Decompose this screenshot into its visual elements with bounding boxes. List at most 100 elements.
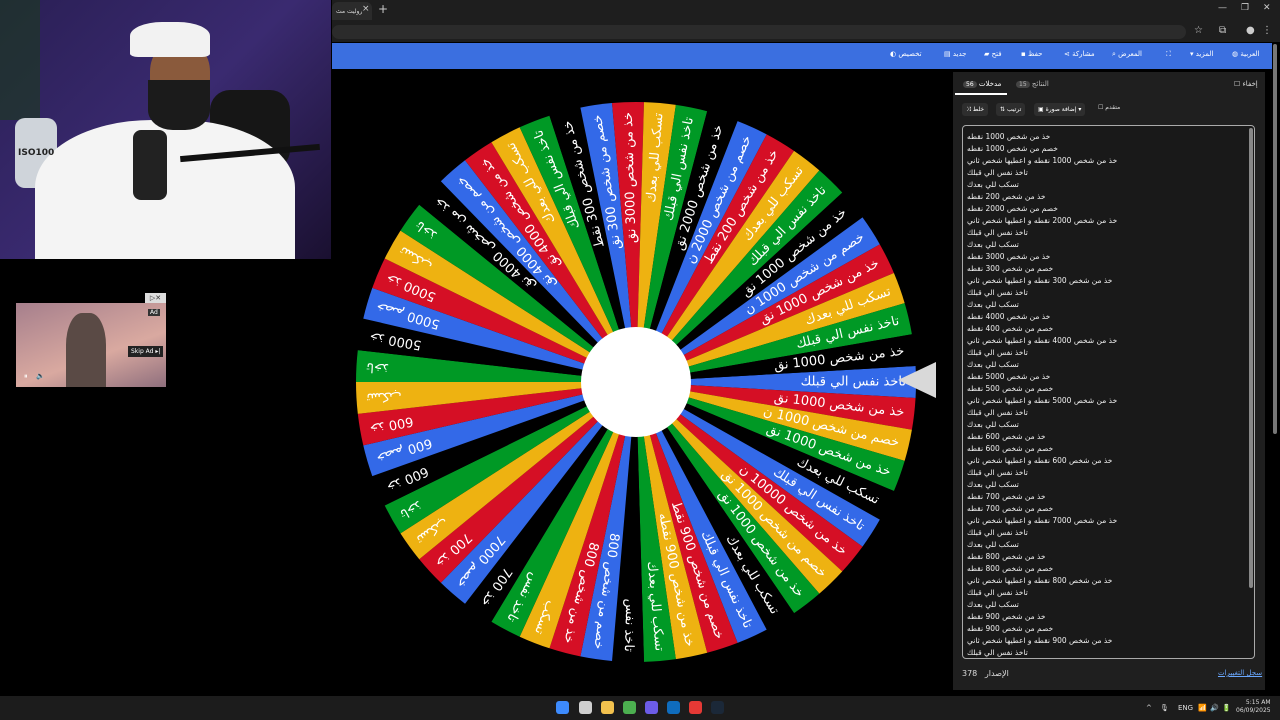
entry-line: خذ من شخص 5000 نقطه و اعطيها شخص ثاني xyxy=(967,396,1118,405)
entry-line: خذ من شخص 300 نقطه و اعطيها شخص ثاني xyxy=(967,276,1113,285)
entry-line: تاخذ نفس الي قبلك xyxy=(967,348,1028,357)
language-indicator[interactable]: ENG xyxy=(1178,704,1193,712)
steam-icon[interactable] xyxy=(711,701,724,714)
tab-results[interactable]: 15 النتائج xyxy=(1013,80,1049,88)
entries-scrollbar[interactable] xyxy=(1249,128,1253,588)
outlook-icon[interactable] xyxy=(667,701,680,714)
app-icon[interactable] xyxy=(645,701,658,714)
entry-line: خذ من شخص 600 نقطه و اعطيها شخص ثاني xyxy=(967,456,1113,465)
image-icon: ▣ xyxy=(1038,106,1044,113)
battery-icon[interactable]: 🔋 xyxy=(1222,704,1231,712)
advanced-label: متقدم xyxy=(1105,104,1121,111)
hide-label: إخفاء xyxy=(1242,80,1258,88)
skip-ad-button[interactable]: Skip Ad ▸| xyxy=(128,346,164,357)
wheel-center[interactable] xyxy=(581,327,691,437)
search-icon[interactable] xyxy=(579,701,592,714)
plant-decoration xyxy=(0,0,40,120)
entry-line: خصم من شخص 400 نقطه xyxy=(967,324,1054,333)
new-tab-icon[interactable]: + xyxy=(378,2,388,16)
toolbar-item-label: حفظ xyxy=(1027,50,1043,58)
file-explorer-icon[interactable] xyxy=(601,701,614,714)
toolbar-item-label: المزيد xyxy=(1195,50,1214,58)
mute-icon[interactable]: 🔈 xyxy=(36,372,45,380)
pause-icon[interactable]: ⏸ xyxy=(24,372,28,381)
wheel-pointer xyxy=(898,362,936,398)
tab-close-icon[interactable]: × xyxy=(362,4,370,14)
entry-line: تسكب للي بعدك xyxy=(967,600,1019,609)
wheel-label: تاخذ نفس الي قبلك xyxy=(801,375,907,390)
toolbar-item-6[interactable]: ⛶ xyxy=(1166,50,1171,59)
entry-line: تاخذ نفس الي قبلك xyxy=(967,228,1028,237)
clock[interactable]: 5:15 AM 06/09/2025 xyxy=(1236,699,1271,715)
entry-line: خذ من شخص 800 نقطه و اعطيها شخص ثاني xyxy=(967,576,1113,585)
ad-close-icon[interactable]: ▷✕ xyxy=(145,293,166,303)
toolbar-item-2[interactable]: ▰ فتح xyxy=(984,50,1002,58)
minimize-icon[interactable]: — xyxy=(1218,3,1227,13)
hide-checkbox[interactable]: ☐ إخفاء xyxy=(1234,80,1258,88)
toolbar-item-8[interactable]: ◍ العربية xyxy=(1232,50,1259,58)
version-number: 378 xyxy=(962,669,978,678)
wheel-label: تاخذ xyxy=(366,359,390,375)
shuffle-button[interactable]: ⤨ خلط xyxy=(962,103,989,116)
profile-icon[interactable]: ● xyxy=(1246,25,1255,36)
entry-line: تاخذ نفس الي قبلك xyxy=(967,648,1028,657)
extensions-icon[interactable]: ⧉ xyxy=(1219,25,1226,36)
entry-line: تسكب للي بعدك xyxy=(967,420,1019,429)
clock-time: 5:15 AM xyxy=(1245,699,1271,706)
add-image-label: إضافة صورة ▾ xyxy=(1045,106,1082,113)
tray-caret-icon[interactable]: ^ xyxy=(1146,704,1152,712)
entry-line: خذ من شخص 2000 نقطه و اعطيها شخص ثاني xyxy=(967,216,1118,225)
entry-line: تسكب للي بعدك xyxy=(967,300,1019,309)
entries-textarea[interactable]: خذ من شخص 1000 نقطه خصم من شخص 1000 نقطه خ… xyxy=(962,125,1255,659)
entry-line: خذ من شخص 200 نقطه xyxy=(967,192,1046,201)
advanced-checkbox[interactable]: ☐ متقدم xyxy=(1098,104,1120,111)
entry-line: خصم من شخص 300 نقطه xyxy=(967,264,1054,273)
toolbar-item-3[interactable]: ▪ حفظ xyxy=(1021,50,1043,58)
spin-wheel[interactable]: تاخذ نفس الي قبلكخذ من شخص 1000 نقخصم من… xyxy=(356,100,916,665)
address-input[interactable] xyxy=(332,25,1186,39)
entry-line: خذ من شخص 7000 نقطه و اعطيها شخص ثاني xyxy=(967,516,1118,525)
entry-line: تسكب للي بعدك xyxy=(967,240,1019,249)
entry-line: خذ من شخص 900 نقطه xyxy=(967,612,1046,621)
changelog-link[interactable]: سجل التغييرات xyxy=(1218,669,1262,677)
toolbar-item-4[interactable]: ⋖ مشاركة xyxy=(1064,50,1095,58)
folder-icon: ▰ xyxy=(984,50,992,58)
entry-line: خذ من شخص 4000 نقطه و اعطيها شخص ثاني xyxy=(967,336,1118,345)
toolbar-item-1[interactable]: ▤ جديد xyxy=(944,50,966,58)
sort-button[interactable]: ⇅ ترتيب xyxy=(996,103,1026,116)
menu-dots-icon[interactable]: ⋮ xyxy=(1262,25,1272,36)
entry-line: خصم من شخص 1000 نقطه xyxy=(967,144,1058,153)
mic-icon[interactable]: 🎙 xyxy=(1160,704,1169,712)
wifi-icon[interactable]: 📶 xyxy=(1198,704,1207,712)
restore-icon[interactable]: ❐ xyxy=(1241,3,1249,13)
shuffle-label: خلط xyxy=(972,106,985,113)
shuffle-icon: ⤨ xyxy=(966,106,971,113)
toolbar-item-7[interactable]: ▾ المزيد xyxy=(1190,50,1213,58)
entry-line: خذ من شخص 800 نقطه xyxy=(967,552,1046,561)
window-close-icon[interactable]: ✕ xyxy=(1263,3,1271,13)
toolbar-item-label: العربية xyxy=(1240,50,1260,58)
toolbar-item-5[interactable]: ⌕ المعرض xyxy=(1112,50,1142,59)
entry-line: تاخذ نفس الي قبلك xyxy=(967,408,1028,417)
red-app-icon[interactable] xyxy=(689,701,702,714)
bookmark-star-icon[interactable]: ☆ xyxy=(1194,25,1203,36)
windows-start-icon[interactable] xyxy=(556,701,569,714)
page-scrollbar[interactable] xyxy=(1273,44,1277,434)
browser-tab-bar xyxy=(332,0,1280,22)
entry-line: تسكب للي بعدك xyxy=(967,480,1019,489)
entry-line: خصم من شخص 900 نقطه xyxy=(967,624,1054,633)
add-image-button[interactable]: ▣ إضافة صورة ▾ xyxy=(1034,103,1086,116)
tab-entries[interactable]: 56 مدخلات xyxy=(960,80,1001,88)
toolbar-item-label: تخصيص xyxy=(898,50,922,58)
chrome-icon[interactable] xyxy=(623,701,636,714)
entry-line: تاخذ نفس الي قبلك xyxy=(967,288,1028,297)
entry-line: خذ من شخص 5000 نقطه xyxy=(967,372,1051,381)
windows-taskbar xyxy=(0,696,1280,720)
toolbar-item-0[interactable]: ◐ تخصيص xyxy=(890,50,922,58)
sort-icon: ⇅ xyxy=(1000,106,1006,113)
webcam-overlay xyxy=(0,0,331,259)
entry-line: تاخذ نفس الي قبلك xyxy=(967,468,1028,477)
ad-person xyxy=(66,313,106,387)
entry-line: تاخذ نفس الي قبلك xyxy=(967,528,1028,537)
volume-icon[interactable]: 🔊 xyxy=(1210,704,1219,712)
